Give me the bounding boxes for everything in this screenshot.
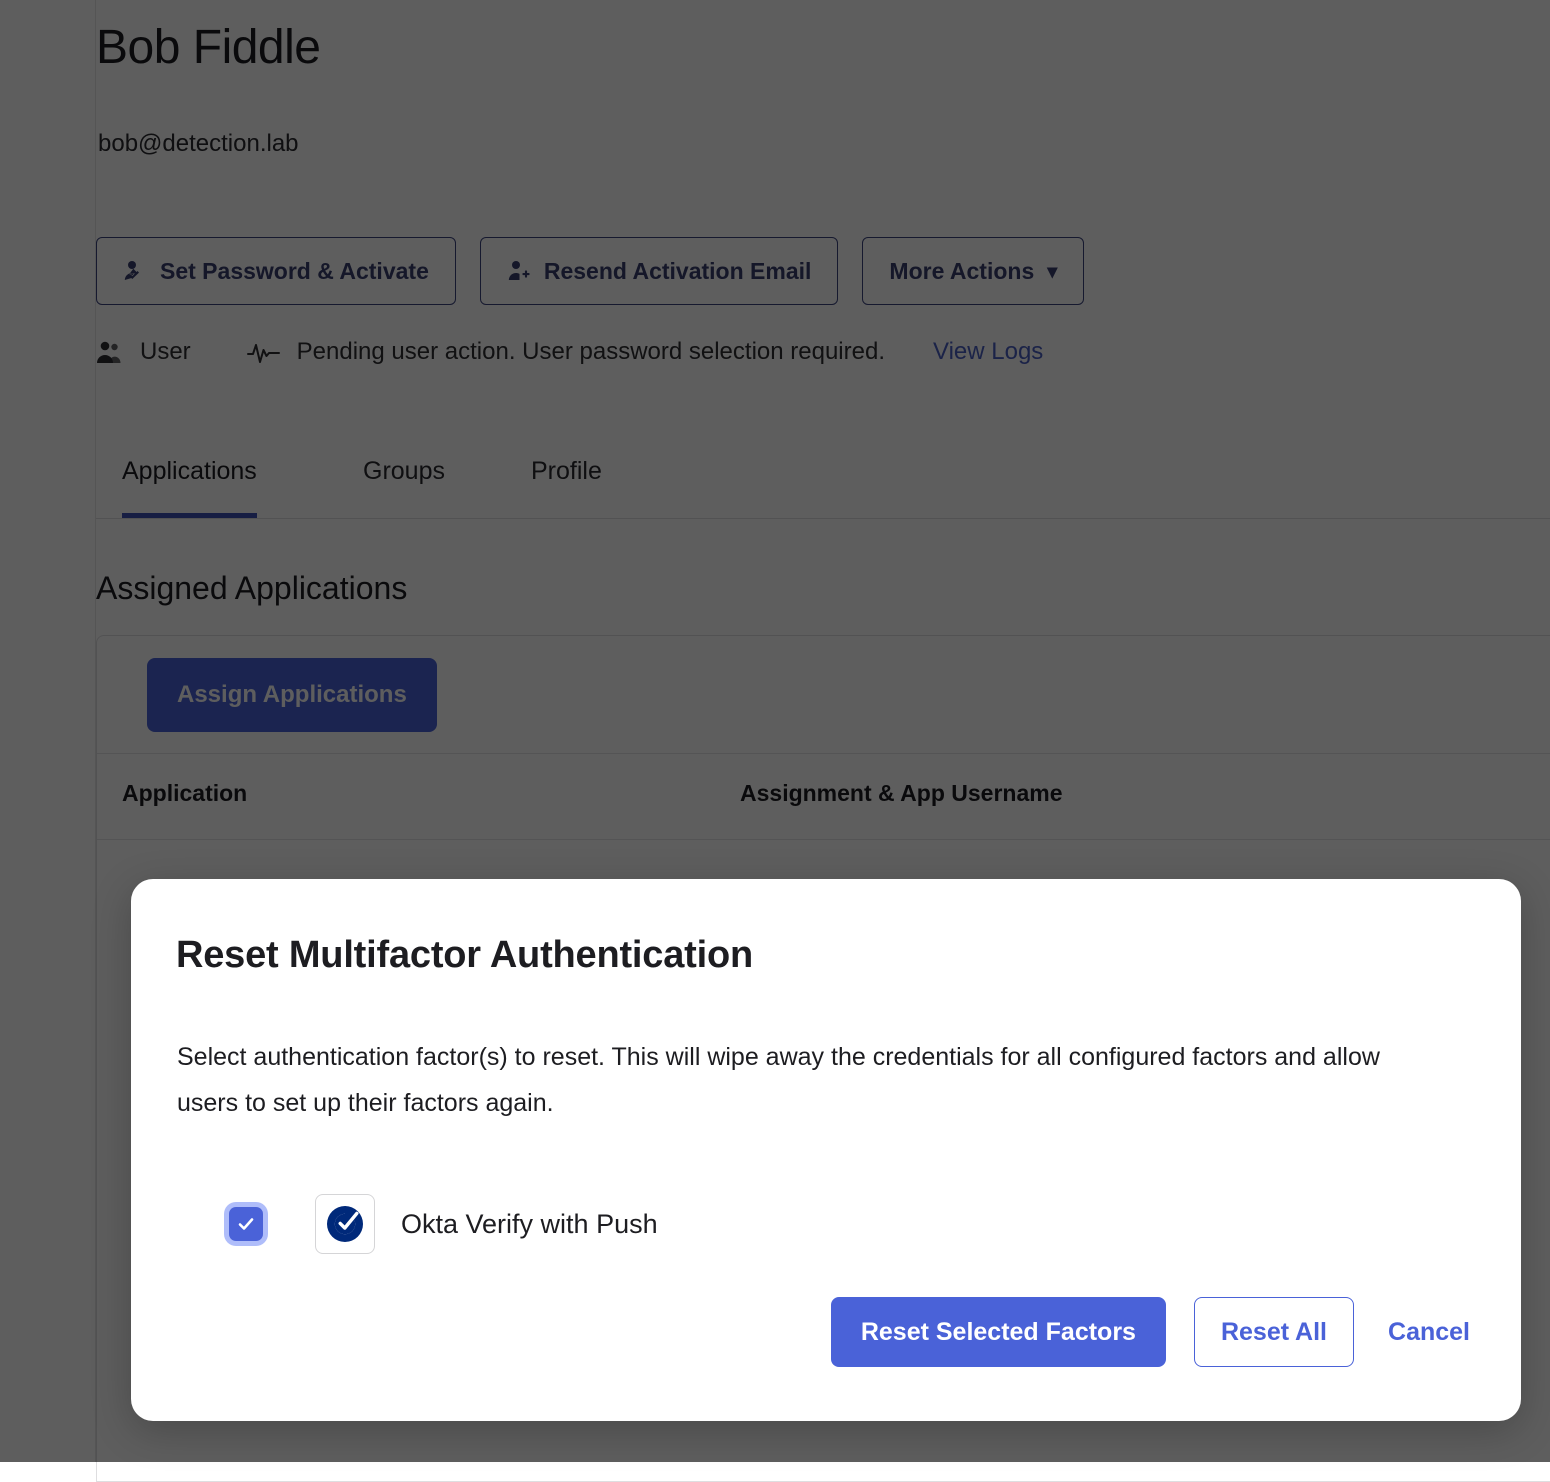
reset-mfa-dialog: Reset Multifactor Authentication Select … — [131, 879, 1521, 1421]
okta-verify-glyph — [323, 1202, 367, 1246]
dialog-title: Reset Multifactor Authentication — [176, 934, 753, 977]
cancel-button[interactable]: Cancel — [1382, 1318, 1476, 1347]
check-icon — [236, 1214, 256, 1234]
factor-row-okta-verify: Okta Verify with Push — [229, 1194, 658, 1254]
dialog-action-bar: Reset Selected Factors Reset All Cancel — [831, 1297, 1476, 1367]
dialog-description: Select authentication factor(s) to reset… — [177, 1034, 1417, 1127]
reset-all-button[interactable]: Reset All — [1194, 1297, 1354, 1367]
reset-selected-factors-button[interactable]: Reset Selected Factors — [831, 1297, 1166, 1367]
factor-label-okta-verify: Okta Verify with Push — [401, 1209, 658, 1240]
okta-verify-icon — [315, 1194, 375, 1254]
factor-checkbox-okta-verify[interactable] — [229, 1207, 263, 1241]
